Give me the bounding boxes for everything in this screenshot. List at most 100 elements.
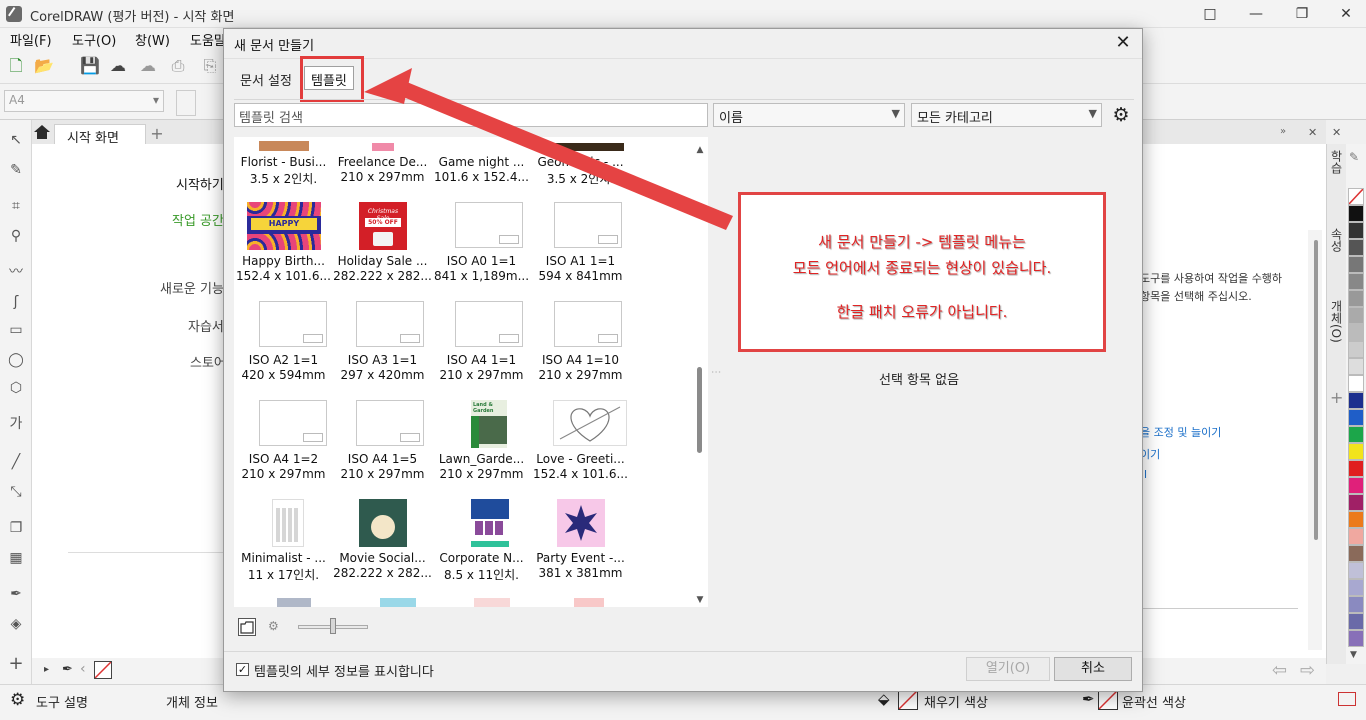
artistic-media-icon[interactable]: ʃ	[6, 292, 26, 312]
palette-scroll-down-icon[interactable]: ▼	[1350, 650, 1357, 660]
swatch-color[interactable]	[1348, 358, 1364, 375]
template-item[interactable]: ISO A1 1=1 594 x 841mm	[531, 202, 630, 301]
pane-splitter[interactable]: ⋮	[710, 367, 721, 377]
template-item[interactable]: ISO A2 1=1 420 x 594mm	[234, 301, 333, 400]
show-details-checkbox[interactable]: ✓	[236, 663, 249, 676]
template-item[interactable]: Land & Garden Lawn_Garde... 210 x 297mm	[432, 400, 531, 499]
scroll-up-icon[interactable]: ▲	[693, 145, 707, 155]
settings-gear-icon[interactable]: ⚙	[1110, 104, 1132, 126]
swatch-color[interactable]	[1348, 596, 1364, 613]
swatch-color[interactable]	[1348, 613, 1364, 630]
start-item-workspace[interactable]: 작업 공간	[172, 210, 224, 229]
template-item[interactable]: Christmas Sale 50% OFF Holiday Sale ... …	[333, 202, 432, 301]
template-item[interactable]: Minimalist - ... 11 x 17인치.	[234, 499, 333, 598]
nav-next-icon[interactable]: ▸	[44, 664, 49, 675]
start-item-whats-new[interactable]: 새로운 기능	[160, 278, 224, 297]
outline-color-swatch[interactable]	[1098, 690, 1118, 710]
shape-tool-icon[interactable]: ✎	[6, 160, 26, 180]
template-item[interactable]: Florist - Busi... 3.5 x 2인치.	[234, 137, 333, 202]
swatch-color[interactable]	[1348, 443, 1364, 460]
swatch-color[interactable]	[1348, 290, 1364, 307]
swatch-color[interactable]	[1348, 273, 1364, 290]
swatch-color[interactable]	[1348, 477, 1364, 494]
ellipse-tool-icon[interactable]: ◯	[6, 350, 26, 370]
eyedropper-icon[interactable]: ✎	[1349, 150, 1359, 164]
rectangle-tool-icon[interactable]: ▭	[6, 320, 26, 340]
swatch-color[interactable]	[1348, 579, 1364, 596]
no-fill-swatch[interactable]	[94, 661, 112, 679]
open-folder-icon[interactable]: 📂	[34, 56, 54, 76]
slider-handle[interactable]	[330, 618, 336, 634]
swatch-color[interactable]	[1348, 409, 1364, 426]
docker-close-icon[interactable]: ✕	[1308, 126, 1317, 139]
restore-icon[interactable]: □	[1200, 4, 1220, 24]
pick-tool-icon[interactable]: ↖	[6, 130, 26, 150]
tab-start-screen[interactable]: 시작 화면	[54, 124, 146, 146]
docker-expand-icon[interactable]: »	[1280, 126, 1286, 137]
docker-tab-properties[interactable]: 속성	[1329, 228, 1345, 252]
template-item[interactable]: Geometric - ... 3.5 x 2인치.	[531, 137, 630, 202]
template-item[interactable]: ISO A4 1=2 210 x 297mm	[234, 400, 333, 499]
shadow-tool-icon[interactable]: ❐	[6, 518, 26, 538]
import-icon[interactable]: ⎘	[200, 56, 220, 76]
swatch-color[interactable]	[1348, 375, 1364, 392]
menu-tools[interactable]: 도구(O)	[72, 30, 116, 49]
fill-color-swatch[interactable]	[898, 690, 918, 710]
category-select[interactable]: 모든 카테고리 ▼	[911, 103, 1102, 127]
swatch-color[interactable]	[1348, 426, 1364, 443]
transparency-tool-icon[interactable]: ▦	[6, 548, 26, 568]
forward-arrow-icon[interactable]: ⇨	[1300, 660, 1315, 681]
template-thumbnail[interactable]	[474, 598, 510, 607]
template-item[interactable]: ISO A0 1=1 841 x 1,189m...	[432, 202, 531, 301]
docker-tab-objects[interactable]: 개체(O)	[1329, 300, 1345, 343]
template-item[interactable]: HAPPY BIRTHDAY Happy Birth... 152.4 x 10…	[234, 202, 333, 301]
docker-link-1[interactable]: 을 조정 및 늘이기	[1140, 424, 1221, 440]
docker-link-3[interactable]: l	[1144, 468, 1147, 481]
swatch-color[interactable]	[1348, 630, 1364, 647]
open-button[interactable]: 열기(O)	[966, 657, 1050, 681]
swatch-none[interactable]	[1348, 188, 1364, 205]
color-proof-icon[interactable]	[1338, 692, 1356, 706]
swatch-color[interactable]	[1348, 341, 1364, 358]
new-document-icon[interactable]: 🗋	[6, 56, 26, 76]
swatch-color[interactable]	[1348, 324, 1364, 341]
maximize-button[interactable]: ❐	[1292, 4, 1312, 24]
add-docker-icon[interactable]: +	[1330, 388, 1343, 407]
close-window-button[interactable]: ✕	[1336, 4, 1356, 24]
swatch-color[interactable]	[1348, 494, 1364, 511]
cloud-upload-icon[interactable]: ☁	[138, 56, 158, 76]
swatch-color[interactable]	[1348, 528, 1364, 545]
print-icon[interactable]: ⎙	[168, 56, 188, 76]
minimize-button[interactable]: —	[1246, 4, 1266, 24]
menu-file[interactable]: 파일(F)	[10, 30, 52, 49]
scroll-down-icon[interactable]: ▼	[693, 595, 707, 605]
pen-nib-icon[interactable]: ✒	[1082, 690, 1095, 708]
template-item[interactable]: Movie Social... 282.222 x 282...	[333, 499, 432, 598]
open-file-icon[interactable]	[238, 618, 256, 636]
swatch-color[interactable]	[1348, 460, 1364, 477]
add-tool-icon[interactable]: +	[6, 654, 26, 674]
eyedropper-tool-icon[interactable]: ✒	[6, 584, 26, 604]
swatch-color[interactable]	[1348, 392, 1364, 409]
palette-close-icon[interactable]: ✕	[1332, 126, 1341, 139]
template-item[interactable]: Party Event -... 381 x 381mm	[531, 499, 630, 598]
swatch-color[interactable]	[1348, 222, 1364, 239]
dialog-close-button[interactable]: ✕	[1114, 32, 1132, 53]
save-icon[interactable]: 💾	[80, 56, 100, 76]
scroll-thumb[interactable]	[697, 367, 702, 453]
polygon-tool-icon[interactable]: ⬡	[6, 378, 26, 398]
swatch-color[interactable]	[1348, 307, 1364, 324]
line-tool-icon[interactable]: ╱	[6, 452, 26, 472]
swatch-color[interactable]	[1348, 511, 1364, 528]
template-item[interactable]: Love - Greeti... 152.4 x 101.6...	[531, 400, 630, 499]
fill-bucket-icon[interactable]: ⬙	[878, 690, 890, 708]
template-thumbnail[interactable]	[574, 598, 604, 607]
template-item[interactable]: Game night ... 101.6 x 152.4...	[432, 137, 531, 202]
add-tab-button[interactable]: +	[148, 124, 166, 144]
crop-tool-icon[interactable]: ⌗	[6, 196, 26, 216]
template-item[interactable]: ISO A4 1=5 210 x 297mm	[333, 400, 432, 499]
template-item[interactable]: ISO A4 1=1 210 x 297mm	[432, 301, 531, 400]
page-size-select[interactable]: A4	[4, 90, 164, 112]
nav-prev-icon[interactable]: ‹	[80, 661, 86, 677]
tab-document-settings[interactable]: 문서 설정	[240, 70, 292, 89]
